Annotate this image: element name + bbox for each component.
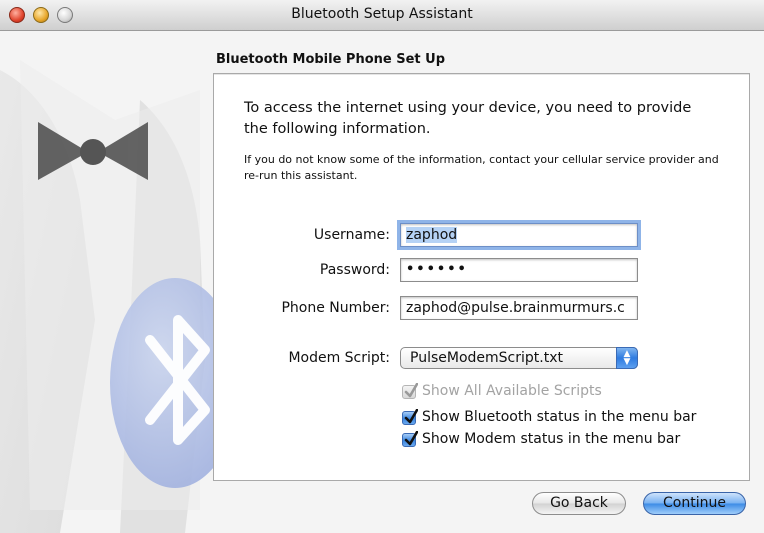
section-heading: Bluetooth Mobile Phone Set Up (216, 52, 446, 67)
checkmark-icon (404, 431, 418, 446)
go-back-button[interactable]: Go Back (532, 492, 626, 515)
modem-script-label: Modem Script: (288, 350, 390, 366)
title-bar[interactable]: Bluetooth Setup Assistant (0, 0, 764, 31)
setup-assistant-window: Bluetooth Setup Assistant Bluetooth Mobi… (0, 0, 764, 533)
phone-number-label: Phone Number: (281, 300, 390, 316)
modem-status-checkbox[interactable] (402, 431, 418, 447)
username-value: zaphod (406, 227, 458, 243)
help-note: If you do not know some of the informati… (244, 153, 719, 182)
checkmark-icon (404, 409, 418, 424)
phone-number-field[interactable]: zaphod@pulse.brainmurmurs.c (400, 296, 638, 320)
modem-script-popup[interactable]: PulseModemScript.txt ▲ ▼ (400, 347, 638, 369)
window-title: Bluetooth Setup Assistant (291, 6, 473, 22)
password-field[interactable]: •••••• (400, 258, 638, 282)
intro-text: To access the internet using your device… (244, 100, 692, 137)
password-label: Password: (319, 262, 390, 278)
modem-status-label: Show Modem status in the menu bar (422, 431, 681, 447)
bow-tie-icon (38, 122, 148, 180)
username-field[interactable]: zaphod (400, 223, 638, 247)
modem-script-value: PulseModemScript.txt (410, 350, 563, 366)
show-all-scripts-checkbox[interactable] (402, 383, 418, 399)
show-all-scripts-label: Show All Available Scripts (422, 383, 602, 399)
popup-arrows-icon: ▲ ▼ (616, 347, 638, 369)
bluetooth-status-label: Show Bluetooth status in the menu bar (422, 409, 697, 425)
bluetooth-status-checkbox[interactable] (402, 409, 418, 425)
continue-button[interactable]: Continue (643, 492, 746, 515)
checkmark-icon (404, 383, 418, 398)
username-label: Username: (313, 227, 390, 243)
